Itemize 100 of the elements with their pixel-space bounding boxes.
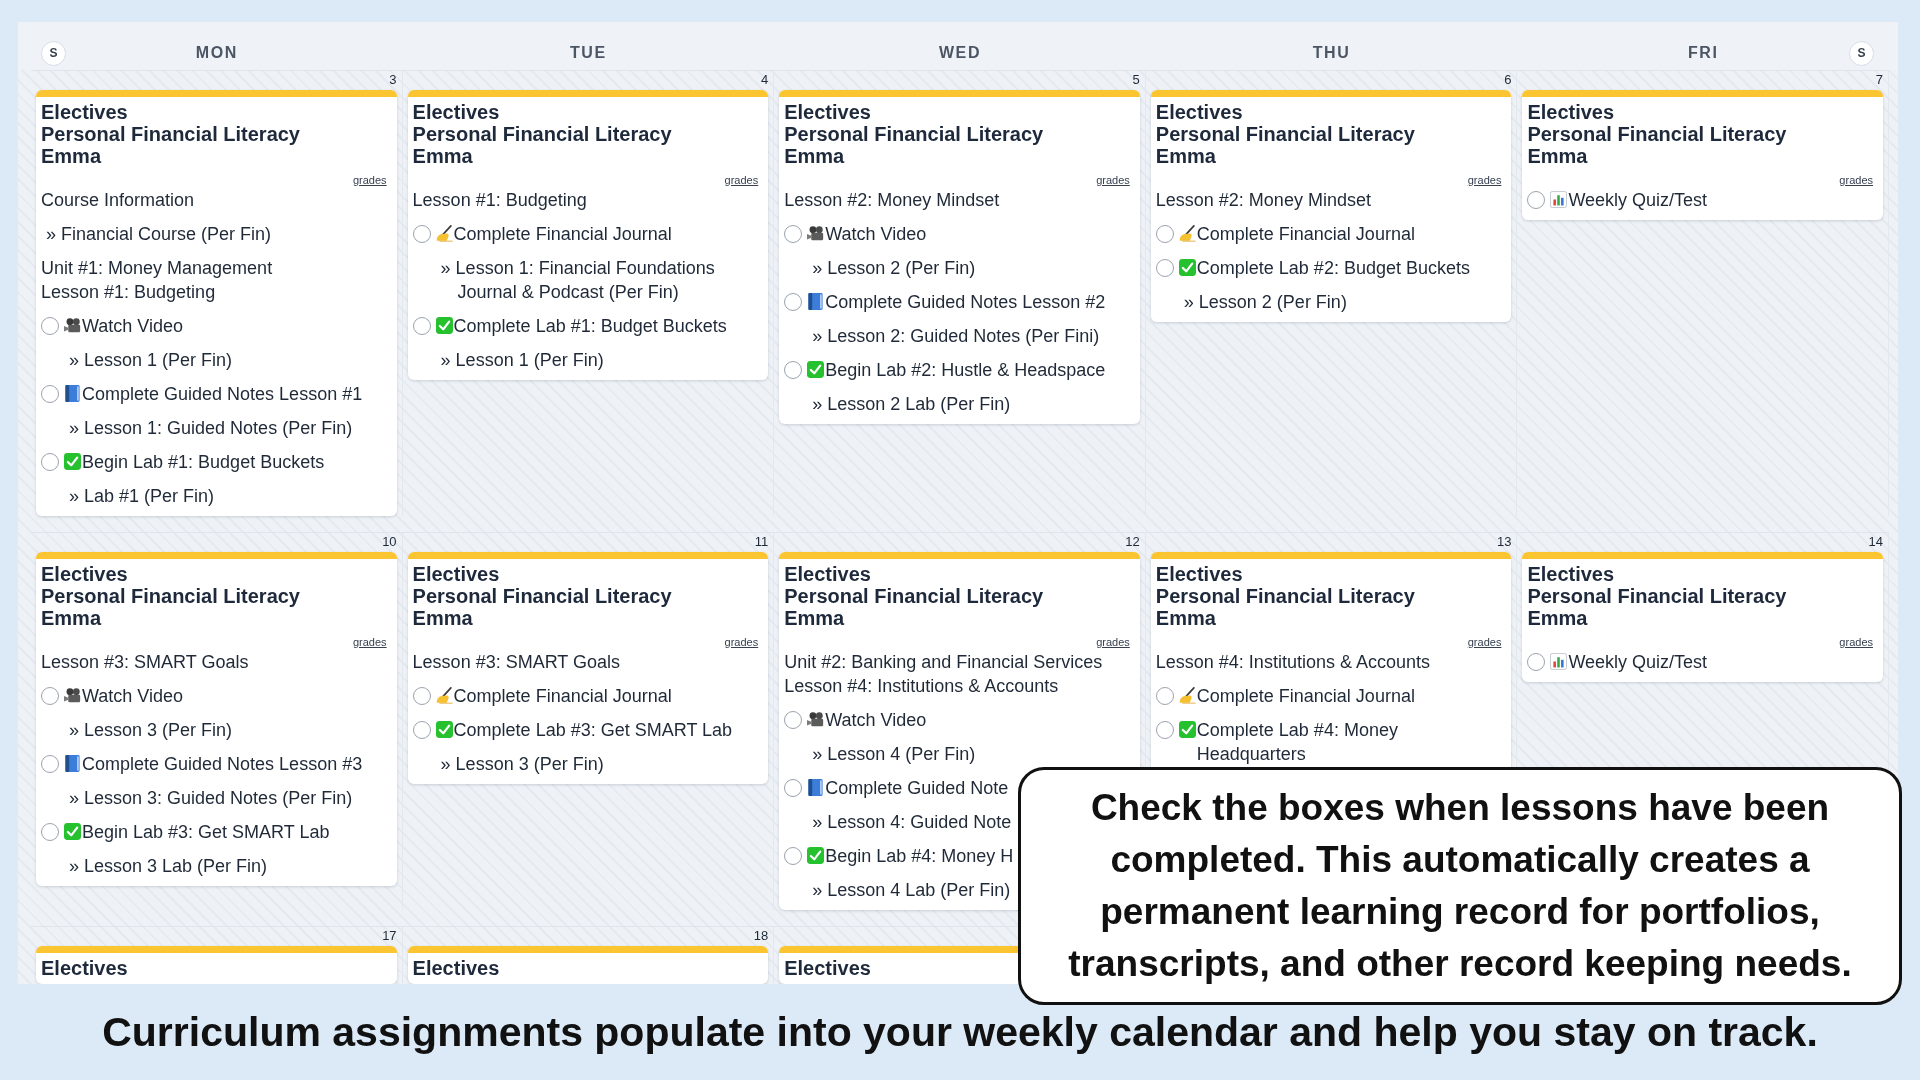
student-name: Emma bbox=[1527, 607, 1588, 629]
check-mark-icon bbox=[807, 361, 825, 378]
date-number: 6 bbox=[1504, 73, 1512, 87]
resource-link[interactable]: » Lesson 1: Financial Foundations Journal & Podcast (Per Fin) bbox=[440, 256, 759, 304]
task-label: Complete Financial Journal bbox=[453, 223, 672, 246]
resource-link[interactable]: » Lesson 2: Guided Notes (Per Fini) bbox=[812, 324, 1100, 348]
resource-link[interactable]: » Lesson 3 Lab (Per Fin) bbox=[69, 854, 268, 878]
grades-link[interactable]: grades bbox=[352, 636, 387, 648]
card-category: Electives bbox=[412, 957, 500, 979]
grades-link[interactable]: grades bbox=[1467, 174, 1502, 186]
task-checkbox[interactable] bbox=[1155, 721, 1174, 739]
task-checkbox[interactable] bbox=[41, 823, 59, 841]
grades-link[interactable]: grades bbox=[352, 174, 387, 186]
course-title: Personal Financial Literacy bbox=[784, 585, 1044, 607]
student-name: Emma bbox=[784, 607, 845, 629]
resource-link[interactable]: » Lesson 1 (Per Fin) bbox=[69, 348, 233, 372]
movie-camera-icon bbox=[64, 317, 81, 334]
task-label: Begin Lab #3: Get SMART Lab bbox=[82, 821, 330, 844]
bar-chart-icon bbox=[1550, 653, 1568, 670]
task-checkbox[interactable] bbox=[784, 361, 803, 379]
card-category: Electives bbox=[1527, 101, 1615, 123]
resource-link[interactable]: » Lab #1 (Per Fin) bbox=[69, 484, 215, 508]
course-title: Personal Financial Literacy bbox=[1155, 123, 1415, 145]
resource-link[interactable]: » Lesson 4: Guided Note bbox=[812, 810, 1012, 834]
task-checkbox[interactable] bbox=[41, 453, 59, 471]
book-icon bbox=[64, 755, 81, 772]
task-checkbox[interactable] bbox=[412, 687, 431, 705]
caption-text: Curriculum assignments populate into your weekly calendar and help you stay on track. bbox=[102, 1008, 1818, 1057]
resource-link[interactable]: » Lesson 3 (Per Fin) bbox=[69, 718, 233, 742]
grades-link[interactable]: grades bbox=[1839, 636, 1873, 648]
weekend-toggle[interactable]: S bbox=[41, 40, 66, 66]
resource-link[interactable]: » Lesson 1: Guided Notes (Per Fin) bbox=[69, 416, 353, 440]
task-checkbox[interactable] bbox=[1527, 653, 1546, 671]
grades-link[interactable]: grades bbox=[1467, 636, 1502, 648]
lesson-heading: Lesson #4: Institutions & Accounts bbox=[1155, 651, 1430, 674]
day-header: WED bbox=[938, 43, 982, 63]
lesson-heading: Unit #2: Banking and Financial Services bbox=[784, 651, 1103, 674]
book-icon bbox=[807, 293, 825, 310]
task-checkbox[interactable] bbox=[1155, 687, 1174, 705]
task-checkbox[interactable] bbox=[784, 779, 803, 797]
card-category: Electives bbox=[41, 101, 128, 123]
lesson-heading: Lesson #1: Budgeting bbox=[41, 281, 216, 304]
task-checkbox[interactable] bbox=[784, 847, 803, 865]
course-title: Personal Financial Literacy bbox=[412, 123, 672, 145]
grades-link[interactable]: grades bbox=[724, 174, 759, 186]
card-category: Electives bbox=[41, 957, 128, 979]
movie-camera-icon bbox=[807, 711, 825, 728]
task-label: Watch Video bbox=[825, 223, 927, 246]
card-category: Electives bbox=[1155, 101, 1243, 123]
task-label: Begin Lab #4: Money H bbox=[825, 845, 1014, 868]
day-header: THU bbox=[1312, 43, 1351, 63]
task-label: Watch Video bbox=[82, 685, 184, 708]
date-number: 3 bbox=[389, 73, 397, 87]
date-number: 11 bbox=[754, 535, 769, 549]
movie-camera-icon bbox=[64, 687, 81, 704]
day-header: TUE bbox=[570, 43, 607, 63]
resource-link[interactable]: » Lesson 4 Lab (Per Fin) bbox=[812, 878, 1011, 902]
resource-link[interactable]: » Financial Course (Per Fin) bbox=[46, 222, 272, 246]
task-checkbox[interactable] bbox=[1155, 225, 1174, 243]
bar-chart-icon bbox=[1550, 191, 1568, 208]
task-checkbox[interactable] bbox=[41, 755, 59, 773]
task-label: Complete Guided Notes Lesson #3 bbox=[82, 753, 363, 776]
weekend-toggle[interactable]: S bbox=[1849, 40, 1874, 66]
task-checkbox[interactable] bbox=[1527, 191, 1546, 209]
task-checkbox[interactable] bbox=[412, 721, 431, 739]
check-mark-icon bbox=[435, 317, 453, 334]
task-checkbox[interactable] bbox=[41, 317, 59, 335]
task-checkbox[interactable] bbox=[412, 317, 431, 335]
date-number: 5 bbox=[1132, 73, 1140, 87]
task-checkbox[interactable] bbox=[784, 293, 803, 311]
resource-link[interactable]: » Lesson 2 Lab (Per Fin) bbox=[812, 392, 1011, 416]
grades-link[interactable]: grades bbox=[1096, 636, 1130, 648]
resource-link[interactable]: » Lesson 1 (Per Fin) bbox=[440, 348, 604, 372]
course-title: Personal Financial Literacy bbox=[41, 585, 300, 607]
resource-link[interactable]: » Lesson 2 (Per Fin) bbox=[1183, 290, 1347, 314]
card-category: Electives bbox=[784, 101, 871, 123]
resource-link[interactable]: » Lesson 3: Guided Notes (Per Fin) bbox=[69, 786, 353, 810]
task-checkbox[interactable] bbox=[412, 225, 431, 243]
check-mark-icon bbox=[1178, 721, 1196, 738]
task-checkbox[interactable] bbox=[41, 385, 59, 403]
grades-link[interactable]: grades bbox=[1096, 174, 1130, 186]
card-category: Electives bbox=[784, 957, 871, 979]
grades-link[interactable]: grades bbox=[1839, 174, 1873, 186]
task-checkbox[interactable] bbox=[41, 687, 59, 705]
grades-link[interactable]: grades bbox=[724, 636, 759, 648]
day-header: MON bbox=[195, 43, 238, 63]
date-number: 13 bbox=[1496, 535, 1512, 549]
resource-link[interactable]: » Lesson 4 (Per Fin) bbox=[812, 742, 976, 766]
date-number: 12 bbox=[1125, 535, 1140, 549]
resource-link[interactable]: » Lesson 2 (Per Fin) bbox=[812, 256, 976, 280]
check-mark-icon bbox=[1178, 259, 1196, 276]
student-name: Emma bbox=[41, 607, 102, 629]
task-checkbox[interactable] bbox=[784, 711, 803, 729]
lesson-heading: Lesson #2: Money Mindset bbox=[784, 189, 1000, 212]
task-checkbox[interactable] bbox=[784, 225, 803, 243]
day-header: FRI bbox=[1687, 43, 1719, 63]
resource-link[interactable]: » Lesson 3 (Per Fin) bbox=[440, 752, 604, 776]
course-title: Personal Financial Literacy bbox=[1527, 123, 1787, 145]
date-number: 10 bbox=[382, 535, 397, 549]
task-checkbox[interactable] bbox=[1155, 259, 1174, 277]
